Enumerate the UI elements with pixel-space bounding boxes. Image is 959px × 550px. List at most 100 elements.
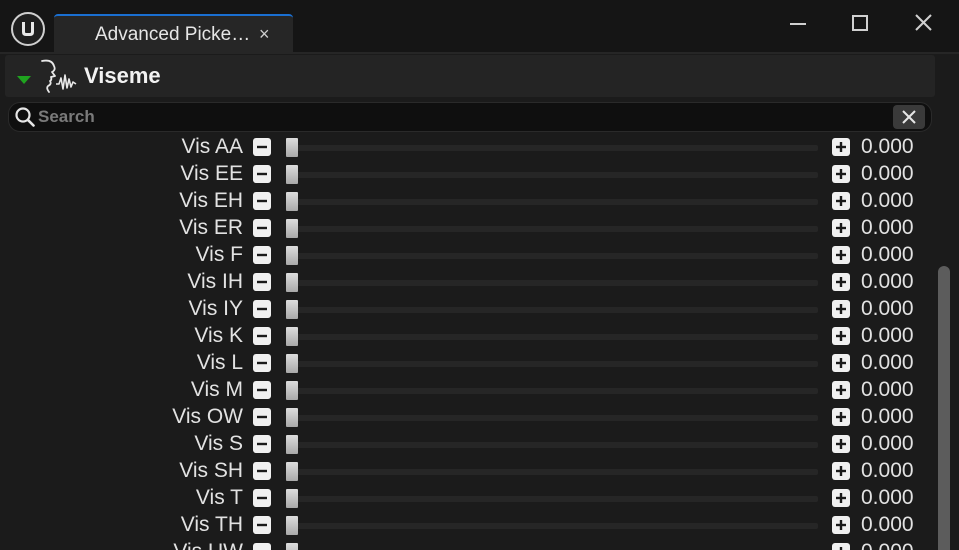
slider-track[interactable] (286, 361, 818, 367)
decrement-button[interactable] (253, 516, 271, 534)
slider-track[interactable] (286, 415, 818, 421)
scrollbar-thumb[interactable] (938, 266, 950, 550)
minus-icon (257, 199, 267, 203)
increment-button[interactable] (832, 165, 850, 183)
close-window-button[interactable] (905, 10, 941, 38)
slider-track[interactable] (286, 388, 818, 394)
slider-handle[interactable] (286, 354, 298, 373)
slider-track[interactable] (286, 226, 818, 232)
decrement-button[interactable] (253, 138, 271, 156)
decrement-button[interactable] (253, 435, 271, 453)
search-box[interactable] (8, 102, 932, 132)
decrement-button[interactable] (253, 543, 271, 550)
viseme-value: 0.000 (861, 378, 914, 401)
decrement-button[interactable] (253, 381, 271, 399)
minimize-button[interactable] (780, 10, 816, 38)
increment-button[interactable] (832, 192, 850, 210)
plus-icon (836, 493, 846, 503)
slider-handle[interactable] (286, 462, 298, 481)
slider-handle[interactable] (286, 273, 298, 292)
slider-handle[interactable] (286, 219, 298, 238)
decrement-button[interactable] (253, 408, 271, 426)
slider-track[interactable] (286, 253, 818, 259)
slider-handle[interactable] (286, 516, 298, 535)
viseme-label: Vis SH (179, 459, 243, 482)
plus-icon (836, 520, 846, 530)
increment-button[interactable] (832, 435, 850, 453)
increment-button[interactable] (832, 246, 850, 264)
search-input[interactable] (38, 106, 878, 128)
slider-track[interactable] (286, 442, 818, 448)
viseme-label: Vis T (195, 486, 243, 509)
increment-button[interactable] (832, 138, 850, 156)
decrement-button[interactable] (253, 489, 271, 507)
viseme-label: Vis IH (187, 270, 243, 293)
viseme-value: 0.000 (861, 540, 914, 550)
viseme-value: 0.000 (861, 459, 914, 482)
slider-handle[interactable] (286, 138, 298, 157)
increment-button[interactable] (832, 273, 850, 291)
decrement-button[interactable] (253, 192, 271, 210)
plus-icon (836, 223, 846, 233)
plus-icon (836, 412, 846, 422)
decrement-button[interactable] (253, 300, 271, 318)
slider-handle[interactable] (286, 246, 298, 265)
slider-track[interactable] (286, 307, 818, 313)
scrollbar[interactable] (936, 134, 956, 550)
increment-button[interactable] (832, 354, 850, 372)
slider-handle[interactable] (286, 435, 298, 454)
minus-icon (257, 226, 267, 230)
slider-handle[interactable] (286, 327, 298, 346)
decrement-button[interactable] (253, 327, 271, 345)
increment-button[interactable] (832, 543, 850, 550)
slider-handle[interactable] (286, 300, 298, 319)
slider-track[interactable] (286, 145, 818, 151)
decrement-button[interactable] (253, 165, 271, 183)
viseme-label: Vis EE (180, 162, 243, 185)
slider-track[interactable] (286, 199, 818, 205)
increment-button[interactable] (832, 300, 850, 318)
minus-icon (257, 280, 267, 284)
increment-button[interactable] (832, 408, 850, 426)
slider-track[interactable] (286, 496, 818, 502)
viseme-value: 0.000 (861, 135, 914, 158)
increment-button[interactable] (832, 462, 850, 480)
minus-icon (257, 523, 267, 527)
decrement-button[interactable] (253, 273, 271, 291)
slider-track[interactable] (286, 334, 818, 340)
slider-track[interactable] (286, 469, 818, 475)
slider-track[interactable] (286, 523, 818, 529)
decrement-button[interactable] (253, 354, 271, 372)
viseme-value: 0.000 (861, 513, 914, 536)
minus-icon (253, 543, 271, 550)
search-clear-button[interactable] (893, 105, 925, 129)
slider-handle[interactable] (286, 408, 298, 427)
viseme-value: 0.000 (861, 351, 914, 374)
slider-handle[interactable] (286, 381, 298, 400)
decrement-button[interactable] (253, 462, 271, 480)
slider-handle[interactable] (286, 192, 298, 211)
decrement-button[interactable] (253, 246, 271, 264)
decrement-button[interactable] (253, 219, 271, 237)
plus-icon (836, 331, 846, 341)
viseme-label: Vis AA (181, 135, 243, 158)
slider-handle[interactable] (286, 165, 298, 184)
slider-track[interactable] (286, 172, 818, 178)
increment-button[interactable] (832, 516, 850, 534)
slider-track[interactable] (286, 280, 818, 286)
increment-button[interactable] (832, 381, 850, 399)
increment-button[interactable] (832, 219, 850, 237)
expand-arrow-icon[interactable] (16, 72, 32, 90)
increment-button[interactable] (832, 489, 850, 507)
tab-advanced-picker[interactable]: Advanced Picke… × (54, 14, 293, 52)
category-header-viseme[interactable]: Viseme (5, 55, 935, 97)
increment-button[interactable] (832, 327, 850, 345)
tab-close-icon[interactable]: × (259, 24, 270, 45)
minus-icon (257, 307, 267, 311)
title-bar[interactable]: Advanced Picke… × (0, 0, 959, 54)
slider-handle[interactable] (286, 489, 298, 508)
minus-icon (257, 442, 267, 446)
slider-handle[interactable] (286, 543, 298, 550)
maximize-button[interactable] (842, 10, 878, 38)
unreal-logo-icon[interactable] (11, 12, 45, 46)
